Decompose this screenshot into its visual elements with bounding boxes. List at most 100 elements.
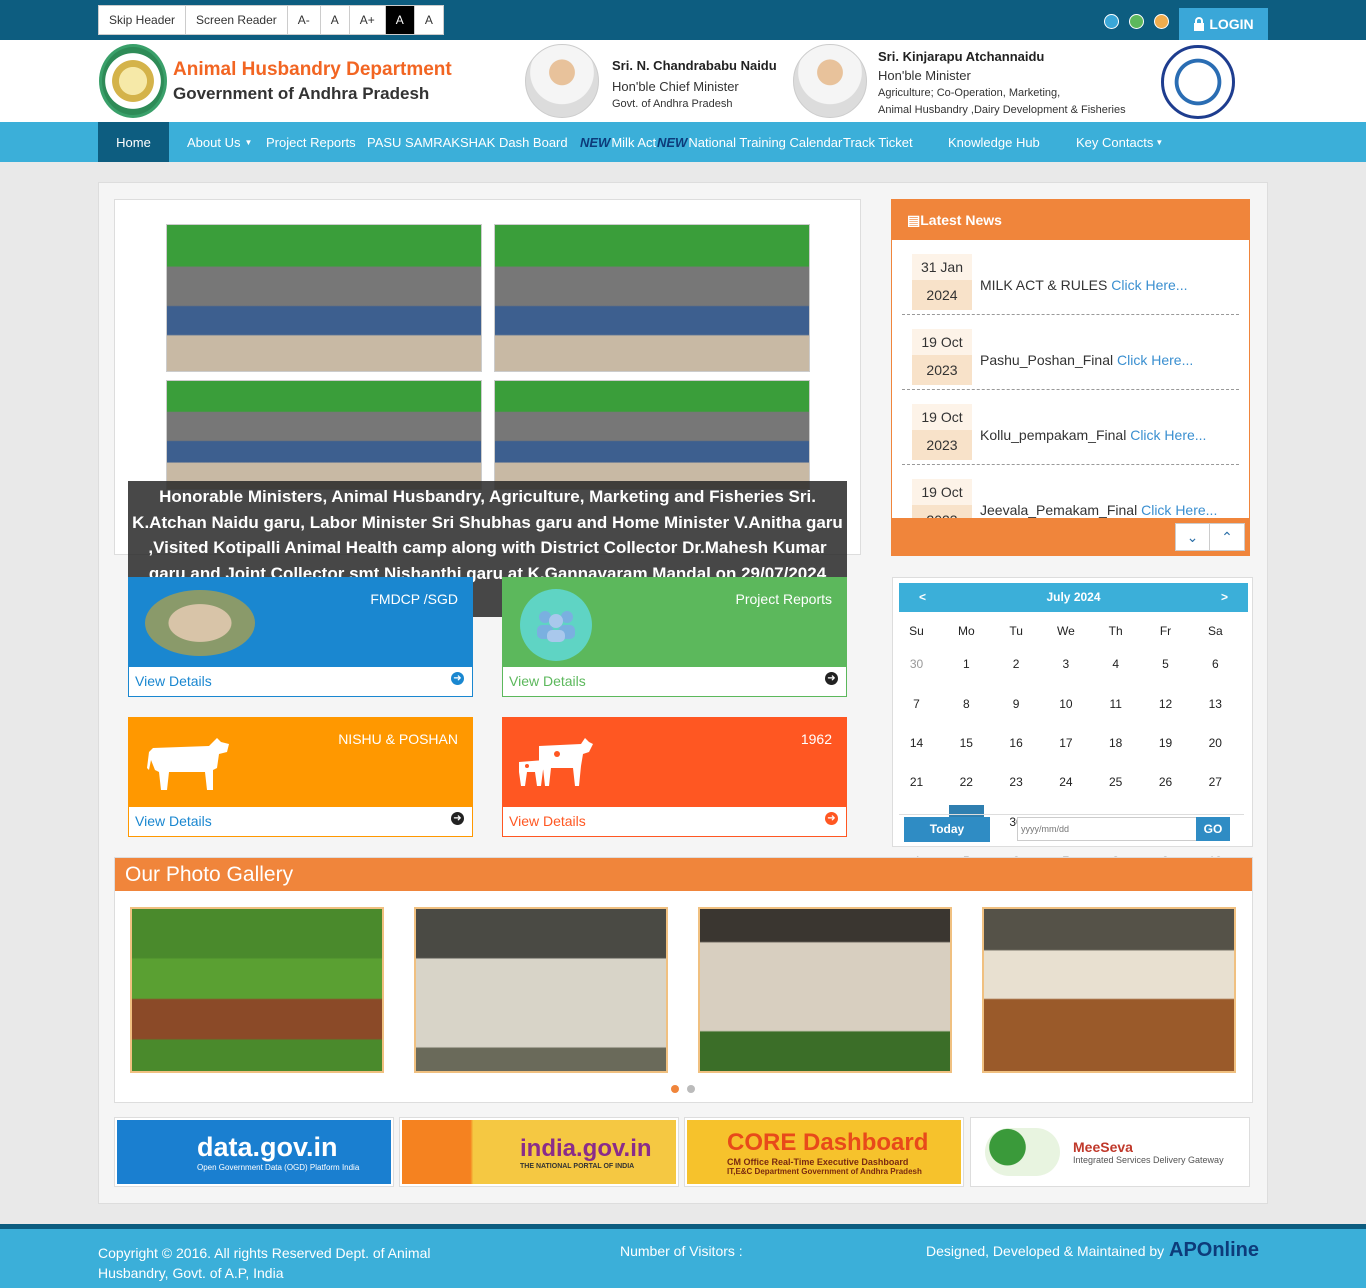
nav-track-ticket[interactable]: Track Ticket xyxy=(843,122,913,162)
today-button[interactable]: Today xyxy=(904,817,990,842)
chevron-down-icon[interactable]: ⌄ xyxy=(1176,524,1210,550)
font-increase-button[interactable]: A+ xyxy=(350,6,386,34)
news-item: 31 Jan 2024 MILK ACT & RULES Click Here..… xyxy=(902,240,1239,315)
calendar-day[interactable]: 14 xyxy=(899,726,934,761)
skip-header-button[interactable]: Skip Header xyxy=(99,6,187,34)
calendar-day[interactable]: 9 xyxy=(999,687,1034,722)
gallery-dot[interactable] xyxy=(671,1085,679,1093)
news-click-here-link[interactable]: Click Here... xyxy=(1141,502,1217,518)
banner-meeseva[interactable]: MeeSeva Integrated Services Delivery Gat… xyxy=(970,1117,1250,1187)
banner-india-gov[interactable]: india.gov.in THE NATIONAL PORTAL OF INDI… xyxy=(399,1117,679,1187)
calendar-day[interactable]: 15 xyxy=(949,726,984,761)
nav-training-calendar[interactable]: NEW National Training Calendar xyxy=(657,122,842,162)
gallery-heading: Our Photo Gallery xyxy=(115,858,1252,891)
view-details-link[interactable]: View Details xyxy=(509,673,586,689)
calendar-day[interactable]: 22 xyxy=(949,765,984,800)
gallery-dot[interactable] xyxy=(687,1085,695,1093)
nav-milk-act-label: Milk Act xyxy=(611,134,657,150)
news-click-here-link[interactable]: Click Here... xyxy=(1117,352,1193,368)
group-users-icon xyxy=(520,589,592,661)
view-details-link[interactable]: View Details xyxy=(135,813,212,829)
aponline-logo[interactable]: APOnline xyxy=(1169,1239,1259,1262)
calendar-day[interactable]: 20 xyxy=(1198,726,1233,761)
calendar-day[interactable]: 13 xyxy=(1198,687,1233,722)
calendar-day[interactable]: 23 xyxy=(999,765,1034,800)
chevron-up-icon[interactable]: ⌃ xyxy=(1210,524,1244,550)
banner-title: india.gov.in xyxy=(520,1134,652,1162)
screen-reader-button[interactable]: Screen Reader xyxy=(186,6,288,34)
banner-inner: india.gov.in THE NATIONAL PORTAL OF INDI… xyxy=(402,1120,676,1184)
card-nishu-poshan[interactable]: NISHU & POSHAN View Details ➜ xyxy=(128,717,473,837)
banner-subtitle: Open Government Data (OGD) Platform Indi… xyxy=(197,1163,360,1172)
ap-emblem-logo[interactable] xyxy=(99,44,167,118)
calendar-day[interactable]: 21 xyxy=(899,765,934,800)
nav-project-reports[interactable]: Project Reports xyxy=(266,122,356,162)
calendar-day[interactable]: 4 xyxy=(1098,647,1133,682)
calendar-day[interactable]: 11 xyxy=(1098,687,1133,722)
font-decrease-button[interactable]: A- xyxy=(288,6,321,34)
arrow-right-icon[interactable]: ➜ xyxy=(451,672,464,685)
login-button[interactable]: LOGIN xyxy=(1179,8,1268,40)
calendar-day[interactable]: 2 xyxy=(999,647,1034,682)
nav-about-us[interactable]: About Us ▼ xyxy=(187,122,252,162)
contrast-dark-button[interactable]: A xyxy=(385,6,415,34)
news-text: Jeevala_Pemakam_Final Click Here... xyxy=(980,502,1217,518)
calendar-day[interactable]: 8 xyxy=(949,687,984,722)
card-1962[interactable]: 1962 View Details ➜ xyxy=(502,717,847,837)
card-fmdcp[interactable]: FMDCP /SGD View Details ➜ xyxy=(128,577,473,697)
nav-home[interactable]: Home xyxy=(98,122,169,162)
latest-news-panel: ▤Latest News 31 Jan 2024 MILK ACT & RULES… xyxy=(891,199,1250,556)
nav-pasu-samrakshak[interactable]: PASU SAMRAKSHAK Dash Board xyxy=(367,122,568,162)
banner-subtitle: Integrated Services Delivery Gateway xyxy=(1073,1155,1224,1165)
top-bar: Skip Header Screen Reader A- A A+ A A LO… xyxy=(0,0,1366,40)
news-click-here-link[interactable]: Click Here... xyxy=(1111,277,1187,293)
view-details-link[interactable]: View Details xyxy=(509,813,586,829)
go-button[interactable]: GO xyxy=(1196,817,1230,841)
arrow-right-icon[interactable]: ➜ xyxy=(451,812,464,825)
arrow-right-icon[interactable]: ➜ xyxy=(825,672,838,685)
theme-blue-button[interactable] xyxy=(1104,14,1119,29)
font-normal-button[interactable]: A xyxy=(321,6,350,34)
nav-knowledge-hub[interactable]: Knowledge Hub xyxy=(948,122,1040,162)
department-title: Animal Husbandry Department xyxy=(173,59,452,80)
nav-milk-act[interactable]: NEW Milk Act xyxy=(580,122,656,162)
calendar-day[interactable]: 5 xyxy=(1148,647,1183,682)
meeseva-logo xyxy=(985,1128,1060,1176)
calendar-day[interactable]: 12 xyxy=(1148,687,1183,722)
calendar-day[interactable]: 18 xyxy=(1098,726,1133,761)
gallery-photo-goats[interactable] xyxy=(982,907,1236,1073)
gallery-photo-calf[interactable] xyxy=(698,907,952,1073)
calendar-day[interactable]: 25 xyxy=(1098,765,1133,800)
calendar-day[interactable]: 24 xyxy=(1048,765,1083,800)
news-scroll-controls: ⌄ ⌃ xyxy=(1175,523,1245,551)
calendar-day[interactable]: 3 xyxy=(1048,647,1083,682)
theme-green-button[interactable] xyxy=(1129,14,1144,29)
card-project-reports[interactable]: Project Reports View Details ➜ xyxy=(502,577,847,697)
gallery-photo-ducks[interactable] xyxy=(414,907,668,1073)
gallery-photo-cows[interactable] xyxy=(130,907,384,1073)
new-badge: NEW xyxy=(580,134,611,150)
contrast-light-button[interactable]: A xyxy=(415,6,443,34)
calendar-day[interactable]: 16 xyxy=(999,726,1034,761)
news-click-here-link[interactable]: Click Here... xyxy=(1130,427,1206,443)
view-details-link[interactable]: View Details xyxy=(135,673,212,689)
minister-photo xyxy=(793,44,867,118)
calendar-day[interactable]: 19 xyxy=(1148,726,1183,761)
date-input[interactable] xyxy=(1017,817,1197,841)
calendar-day[interactable]: 7 xyxy=(899,687,934,722)
banner-data-gov[interactable]: data.gov.in Open Government Data (OGD) P… xyxy=(114,1117,394,1187)
calendar-day[interactable]: 30 xyxy=(899,647,934,682)
arrow-right-icon[interactable]: ➜ xyxy=(825,812,838,825)
banner-core-dashboard[interactable]: CORE Dashboard CM Office Real-Time Execu… xyxy=(684,1117,964,1187)
calendar-day[interactable]: 1 xyxy=(949,647,984,682)
calendar-next-button[interactable]: > xyxy=(1221,583,1228,612)
calendar-day[interactable]: 10 xyxy=(1048,687,1083,722)
calendar-day[interactable]: 17 xyxy=(1048,726,1083,761)
theme-orange-button[interactable] xyxy=(1154,14,1169,29)
calendar-day[interactable]: 26 xyxy=(1148,765,1183,800)
nav-key-contacts[interactable]: Key Contacts ▼ xyxy=(1076,122,1163,162)
news-list[interactable]: 31 Jan 2024 MILK ACT & RULES Click Here..… xyxy=(892,240,1249,518)
calendar-day[interactable]: 6 xyxy=(1198,647,1233,682)
calendar-day[interactable]: 27 xyxy=(1198,765,1233,800)
banner-subtitle: THE NATIONAL PORTAL OF INDIA xyxy=(520,1162,635,1170)
